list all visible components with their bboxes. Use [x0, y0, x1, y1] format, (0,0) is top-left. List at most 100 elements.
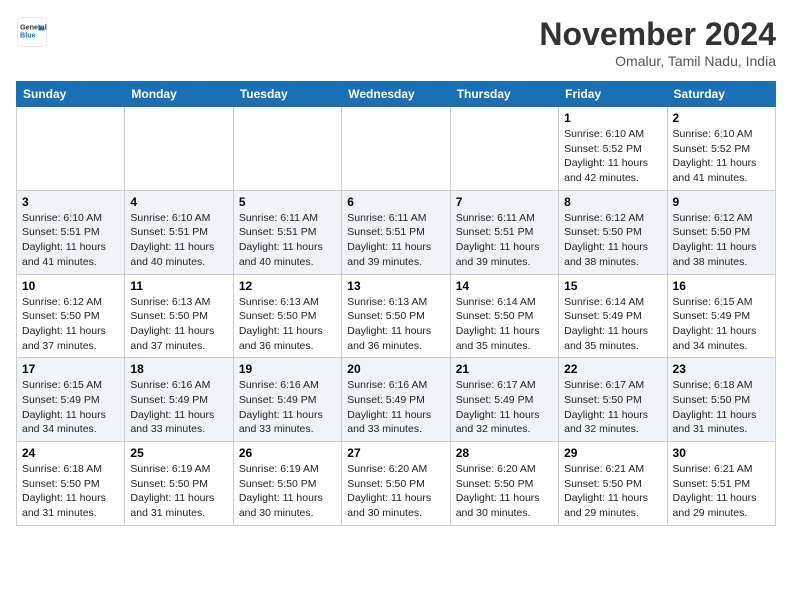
day-number: 21: [456, 362, 553, 376]
day-of-week-header: Wednesday: [342, 82, 450, 107]
day-info: Sunrise: 6:14 AM Sunset: 5:49 PM Dayligh…: [564, 295, 661, 354]
day-number: 4: [130, 195, 227, 209]
day-info: Sunrise: 6:12 AM Sunset: 5:50 PM Dayligh…: [673, 211, 770, 270]
calendar-day-cell: 26 Sunrise: 6:19 AM Sunset: 5:50 PM Dayli…: [233, 442, 341, 526]
day-of-week-header: Friday: [559, 82, 667, 107]
day-info: Sunrise: 6:21 AM Sunset: 5:51 PM Dayligh…: [673, 462, 770, 521]
day-info: Sunrise: 6:13 AM Sunset: 5:50 PM Dayligh…: [239, 295, 336, 354]
day-number: 15: [564, 279, 661, 293]
day-number: 30: [673, 446, 770, 460]
calendar-day-cell: [125, 107, 233, 191]
day-number: 26: [239, 446, 336, 460]
day-info: Sunrise: 6:11 AM Sunset: 5:51 PM Dayligh…: [347, 211, 444, 270]
day-info: Sunrise: 6:18 AM Sunset: 5:50 PM Dayligh…: [673, 378, 770, 437]
calendar-day-cell: 17 Sunrise: 6:15 AM Sunset: 5:49 PM Dayli…: [17, 358, 125, 442]
calendar-day-cell: 24 Sunrise: 6:18 AM Sunset: 5:50 PM Dayli…: [17, 442, 125, 526]
month-title: November 2024: [539, 16, 776, 53]
calendar-day-cell: [17, 107, 125, 191]
logo-icon: General Blue: [16, 16, 48, 48]
location: Omalur, Tamil Nadu, India: [539, 53, 776, 69]
day-number: 10: [22, 279, 119, 293]
day-of-week-header: Saturday: [667, 82, 775, 107]
calendar-day-cell: 27 Sunrise: 6:20 AM Sunset: 5:50 PM Dayli…: [342, 442, 450, 526]
calendar-day-cell: 28 Sunrise: 6:20 AM Sunset: 5:50 PM Dayli…: [450, 442, 558, 526]
day-number: 19: [239, 362, 336, 376]
calendar-day-cell: 5Sunrise: 6:11 AM Sunset: 5:51 PM Daylig…: [233, 190, 341, 274]
day-number: 23: [673, 362, 770, 376]
calendar-day-cell: [450, 107, 558, 191]
day-info: Sunrise: 6:14 AM Sunset: 5:50 PM Dayligh…: [456, 295, 553, 354]
calendar-day-cell: 2Sunrise: 6:10 AM Sunset: 5:52 PM Daylig…: [667, 107, 775, 191]
day-number: 17: [22, 362, 119, 376]
day-number: 27: [347, 446, 444, 460]
calendar-day-cell: 8 Sunrise: 6:12 AM Sunset: 5:50 PM Daylig…: [559, 190, 667, 274]
day-of-week-header: Thursday: [450, 82, 558, 107]
day-info: Sunrise: 6:20 AM Sunset: 5:50 PM Dayligh…: [456, 462, 553, 521]
calendar-week-row: 1 Sunrise: 6:10 AM Sunset: 5:52 PM Daylig…: [17, 107, 776, 191]
calendar-header-row: SundayMondayTuesdayWednesdayThursdayFrid…: [17, 82, 776, 107]
calendar-day-cell: 30 Sunrise: 6:21 AM Sunset: 5:51 PM Dayli…: [667, 442, 775, 526]
calendar-day-cell: 18 Sunrise: 6:16 AM Sunset: 5:49 PM Dayli…: [125, 358, 233, 442]
title-block: November 2024 Omalur, Tamil Nadu, India: [539, 16, 776, 69]
calendar-week-row: 17 Sunrise: 6:15 AM Sunset: 5:49 PM Dayli…: [17, 358, 776, 442]
day-number: 24: [22, 446, 119, 460]
day-number: 28: [456, 446, 553, 460]
calendar-day-cell: 29 Sunrise: 6:21 AM Sunset: 5:50 PM Dayli…: [559, 442, 667, 526]
day-number: 11: [130, 279, 227, 293]
calendar-body: 1 Sunrise: 6:10 AM Sunset: 5:52 PM Daylig…: [17, 107, 776, 526]
day-number: 1: [564, 111, 661, 125]
calendar-day-cell: 3Sunrise: 6:10 AM Sunset: 5:51 PM Daylig…: [17, 190, 125, 274]
day-number: 22: [564, 362, 661, 376]
calendar-week-row: 24 Sunrise: 6:18 AM Sunset: 5:50 PM Dayli…: [17, 442, 776, 526]
logo: General Blue: [16, 16, 48, 48]
day-info: Sunrise: 6:18 AM Sunset: 5:50 PM Dayligh…: [22, 462, 119, 521]
day-info: Sunrise: 6:16 AM Sunset: 5:49 PM Dayligh…: [347, 378, 444, 437]
day-info: Sunrise: 6:16 AM Sunset: 5:49 PM Dayligh…: [130, 378, 227, 437]
calendar-day-cell: 25 Sunrise: 6:19 AM Sunset: 5:50 PM Dayli…: [125, 442, 233, 526]
day-info: Sunrise: 6:11 AM Sunset: 5:51 PM Dayligh…: [456, 211, 553, 270]
day-info: Sunrise: 6:10 AM Sunset: 5:52 PM Dayligh…: [564, 127, 661, 186]
day-info: Sunrise: 6:11 AM Sunset: 5:51 PM Dayligh…: [239, 211, 336, 270]
day-number: 12: [239, 279, 336, 293]
day-info: Sunrise: 6:12 AM Sunset: 5:50 PM Dayligh…: [564, 211, 661, 270]
day-number: 29: [564, 446, 661, 460]
day-info: Sunrise: 6:19 AM Sunset: 5:50 PM Dayligh…: [130, 462, 227, 521]
calendar-day-cell: 21Sunrise: 6:17 AM Sunset: 5:49 PM Dayli…: [450, 358, 558, 442]
day-info: Sunrise: 6:20 AM Sunset: 5:50 PM Dayligh…: [347, 462, 444, 521]
page-header: General Blue November 2024 Omalur, Tamil…: [16, 16, 776, 69]
day-info: Sunrise: 6:17 AM Sunset: 5:50 PM Dayligh…: [564, 378, 661, 437]
day-number: 25: [130, 446, 227, 460]
day-number: 13: [347, 279, 444, 293]
svg-text:Blue: Blue: [20, 31, 36, 40]
day-info: Sunrise: 6:15 AM Sunset: 5:49 PM Dayligh…: [673, 295, 770, 354]
day-of-week-header: Monday: [125, 82, 233, 107]
day-number: 6: [347, 195, 444, 209]
calendar-day-cell: 23 Sunrise: 6:18 AM Sunset: 5:50 PM Dayli…: [667, 358, 775, 442]
day-number: 14: [456, 279, 553, 293]
calendar-day-cell: 15 Sunrise: 6:14 AM Sunset: 5:49 PM Dayli…: [559, 274, 667, 358]
day-number: 16: [673, 279, 770, 293]
calendar-week-row: 10 Sunrise: 6:12 AM Sunset: 5:50 PM Dayli…: [17, 274, 776, 358]
calendar-day-cell: 16 Sunrise: 6:15 AM Sunset: 5:49 PM Dayli…: [667, 274, 775, 358]
calendar-day-cell: 6 Sunrise: 6:11 AM Sunset: 5:51 PM Daylig…: [342, 190, 450, 274]
calendar-day-cell: 9 Sunrise: 6:12 AM Sunset: 5:50 PM Daylig…: [667, 190, 775, 274]
day-number: 9: [673, 195, 770, 209]
day-info: Sunrise: 6:15 AM Sunset: 5:49 PM Dayligh…: [22, 378, 119, 437]
calendar-day-cell: [233, 107, 341, 191]
day-of-week-header: Sunday: [17, 82, 125, 107]
day-info: Sunrise: 6:19 AM Sunset: 5:50 PM Dayligh…: [239, 462, 336, 521]
day-info: Sunrise: 6:13 AM Sunset: 5:50 PM Dayligh…: [130, 295, 227, 354]
calendar-week-row: 3Sunrise: 6:10 AM Sunset: 5:51 PM Daylig…: [17, 190, 776, 274]
day-number: 20: [347, 362, 444, 376]
day-info: Sunrise: 6:21 AM Sunset: 5:50 PM Dayligh…: [564, 462, 661, 521]
day-info: Sunrise: 6:12 AM Sunset: 5:50 PM Dayligh…: [22, 295, 119, 354]
day-number: 2: [673, 111, 770, 125]
calendar-day-cell: 1 Sunrise: 6:10 AM Sunset: 5:52 PM Daylig…: [559, 107, 667, 191]
day-number: 18: [130, 362, 227, 376]
day-number: 8: [564, 195, 661, 209]
day-info: Sunrise: 6:10 AM Sunset: 5:51 PM Dayligh…: [130, 211, 227, 270]
day-info: Sunrise: 6:16 AM Sunset: 5:49 PM Dayligh…: [239, 378, 336, 437]
calendar-day-cell: 14 Sunrise: 6:14 AM Sunset: 5:50 PM Dayli…: [450, 274, 558, 358]
calendar-day-cell: 20 Sunrise: 6:16 AM Sunset: 5:49 PM Dayli…: [342, 358, 450, 442]
day-info: Sunrise: 6:10 AM Sunset: 5:51 PM Dayligh…: [22, 211, 119, 270]
